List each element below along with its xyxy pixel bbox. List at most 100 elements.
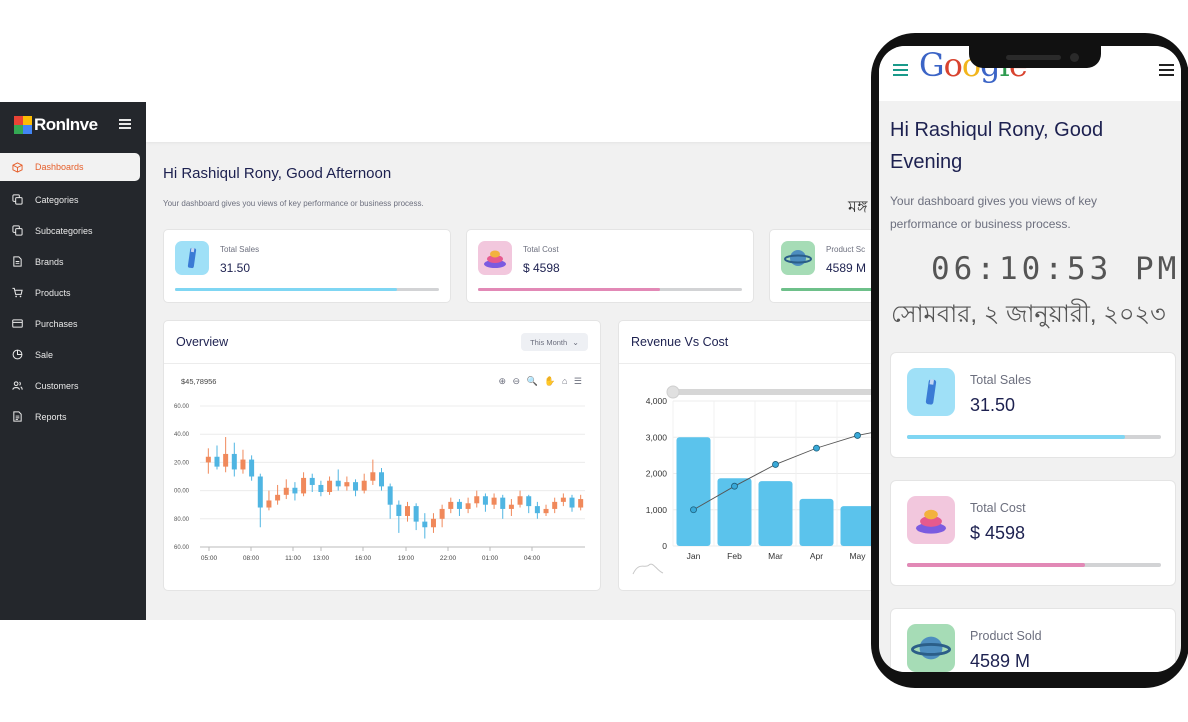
candle-body: [335, 480, 341, 487]
sidebar-item-label: Purchases: [35, 318, 78, 329]
candle-body: [361, 480, 367, 491]
phone-screen: Google Hi Rashiqul Rony, Good Evening Yo…: [879, 46, 1181, 672]
card-icon: [12, 319, 23, 328]
candle-body: [465, 503, 471, 509]
sidebar-item-customers[interactable]: Customers: [0, 370, 146, 401]
zoom-scrollbar: [671, 389, 905, 395]
date-display: সোমবার, ২ জানুয়ারী, ২০২৩: [891, 301, 1166, 328]
candle-body: [275, 494, 281, 501]
candle-body: [205, 456, 211, 463]
stat-label: Total Sales: [970, 373, 1032, 387]
sidebar-item-label: Dashboards: [35, 162, 84, 172]
candle-body: [491, 497, 497, 505]
stat-value: $ 4598: [970, 523, 1026, 543]
x-tick-label: 05:00: [201, 555, 218, 562]
stat-label: Total Cost: [523, 245, 559, 254]
brand-name: RonInve: [34, 115, 98, 134]
stat-progress-track: [175, 288, 439, 291]
x-tick-label: 01:00: [482, 555, 499, 562]
overview-panel: Overview This Month ⌄ $45,78956 ⊕ ⊖ 🔍 ✋ …: [163, 320, 601, 591]
phone-stat-card-total-sales[interactable]: Total Sales 31.50: [890, 352, 1176, 458]
stat-progress-fill: [175, 288, 397, 291]
digital-clock: 06:10:53 PM: [931, 251, 1181, 287]
stat-label: Total Cost: [970, 501, 1026, 515]
y-tick-label: 4,000: [646, 396, 668, 406]
menu-icon[interactable]: [1159, 64, 1174, 76]
y-tick-label: 0: [662, 541, 667, 551]
line-point: [690, 506, 697, 514]
candle-body: [534, 506, 540, 514]
stat-value: 31.50: [220, 261, 251, 275]
candle-body: [309, 477, 315, 485]
candle-body: [318, 484, 324, 493]
candle-body: [283, 487, 289, 495]
stat-value: $ 4598: [523, 261, 560, 275]
bar: [676, 437, 711, 546]
report-icon: [13, 411, 22, 422]
sidebar-item-label: Categories: [35, 194, 79, 205]
stack-icon: [478, 241, 512, 275]
candle-body: [517, 496, 523, 505]
stat-progress-fill: [907, 435, 1126, 439]
candle-body: [396, 504, 402, 516]
candle-body: [439, 508, 445, 519]
sidebar-item-label: Products: [35, 287, 71, 298]
sidebar-item-brands[interactable]: Brands: [0, 246, 146, 277]
brand-logo[interactable]: RonInve: [14, 115, 98, 135]
candle-body: [526, 496, 532, 507]
x-tick-label: 04:00: [524, 555, 541, 562]
candle-body: [560, 497, 566, 502]
candle-body: [301, 477, 307, 494]
bar: [799, 498, 834, 546]
line-point: [772, 461, 779, 468]
document-icon: [13, 256, 22, 267]
sidebar-item-categories[interactable]: Categories: [0, 184, 146, 215]
x-tick-label: 16:00: [355, 555, 372, 562]
phone-page-subtitle: Your dashboard gives you views of key pe…: [890, 194, 1098, 231]
stat-value: 31.50: [970, 395, 1016, 415]
sidebar-item-reports[interactable]: Reports: [0, 401, 146, 432]
sidebar-item-label: Brands: [35, 256, 64, 267]
y-tick-label: 20.00: [174, 460, 190, 466]
candle-body: [214, 456, 220, 467]
stat-label: Product Sc: [826, 245, 866, 254]
phone-stat-card-total-cost[interactable]: Total Cost $ 4598: [890, 480, 1176, 586]
stat-card-total-sales[interactable]: Total Sales 31.50: [163, 229, 451, 303]
scrollbar-handle: [666, 385, 680, 399]
y-tick-label: 60.00: [174, 545, 190, 551]
stat-card-total-cost[interactable]: Total Cost $ 4598: [466, 229, 754, 303]
sidebar-item-products[interactable]: Products: [0, 277, 146, 308]
top-bar: [146, 102, 905, 142]
phone-stat-card-product-sold[interactable]: Product Sold 4589 M: [890, 608, 1176, 672]
y-tick-label: 00.00: [174, 489, 190, 495]
sidebar-item-dashboards[interactable]: Dashboards: [0, 153, 140, 181]
line-point: [813, 444, 820, 452]
logo-mark-icon: [14, 116, 32, 134]
sidebar-item-subcategories[interactable]: Subcategories: [0, 215, 146, 246]
bottle-icon: [907, 368, 955, 416]
sidebar-item-label: Sale: [35, 349, 54, 360]
candle-body: [344, 482, 350, 487]
sidebar-item-purchases[interactable]: Purchases: [0, 308, 146, 339]
menu-toggle-icon[interactable]: [893, 64, 908, 76]
candle-body: [387, 486, 393, 505]
stat-progress-fill: [907, 563, 1085, 567]
x-tick-label: 08:00: [243, 555, 260, 562]
candle-body: [456, 501, 462, 509]
desktop-dashboard: RonInve Dashboards Categories Subcategor…: [0, 102, 905, 620]
copy-icon: [12, 194, 23, 205]
menu-toggle-icon[interactable]: [119, 119, 131, 129]
stat-progress-track: [907, 435, 1161, 439]
x-tick-label: May: [849, 551, 866, 561]
candle-body: [353, 482, 359, 491]
sidebar-item-sale[interactable]: Sale: [0, 339, 146, 370]
sidebar-item-label: Reports: [35, 411, 67, 422]
candle-body: [379, 472, 385, 487]
logo-letter: G: [919, 46, 945, 84]
candle-body: [266, 500, 272, 508]
mini-sparkline: [632, 563, 664, 575]
x-tick-label: 22:00: [440, 555, 457, 562]
bar: [758, 481, 793, 546]
x-tick-label: 19:00: [398, 555, 415, 562]
candlestick-chart: 60.00 40.00 20.00 00.00 80.00 60.00 05:00 08:00…: [174, 404, 585, 562]
